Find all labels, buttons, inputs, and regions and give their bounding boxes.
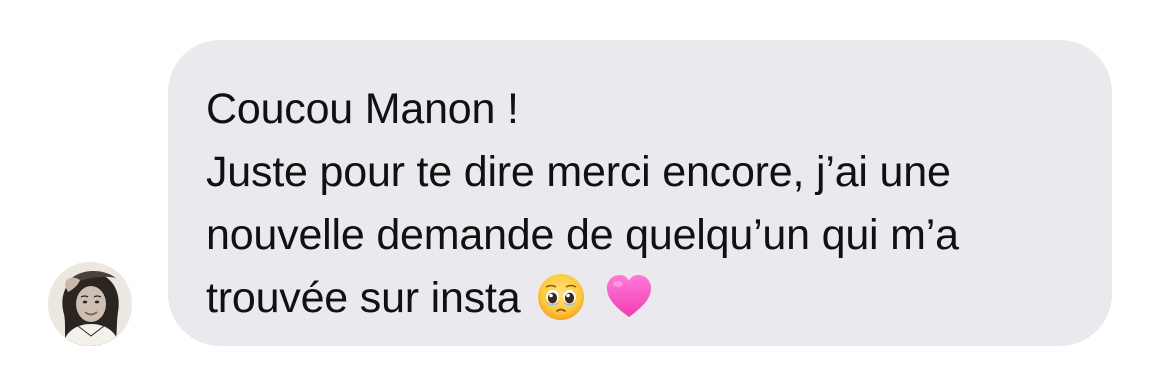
message-line-4-text: trouvée sur insta [206,274,521,322]
message-line-2: Juste pour te dire merci encore, j’ai un… [206,148,951,196]
message-line-1: Coucou Manon ! [206,85,519,133]
pleading-face-emoji [536,272,586,322]
sender-avatar[interactable] [48,262,132,346]
message-line-4: trouvée sur insta [206,267,1082,330]
pink-heart-emoji [604,272,654,322]
message-line-3: nouvelle demande de quelqu’un qui m’a [206,211,959,259]
profile-photo-avatar [48,262,132,346]
message-bubble[interactable]: Coucou Manon ! Juste pour te dire merci … [168,40,1112,346]
